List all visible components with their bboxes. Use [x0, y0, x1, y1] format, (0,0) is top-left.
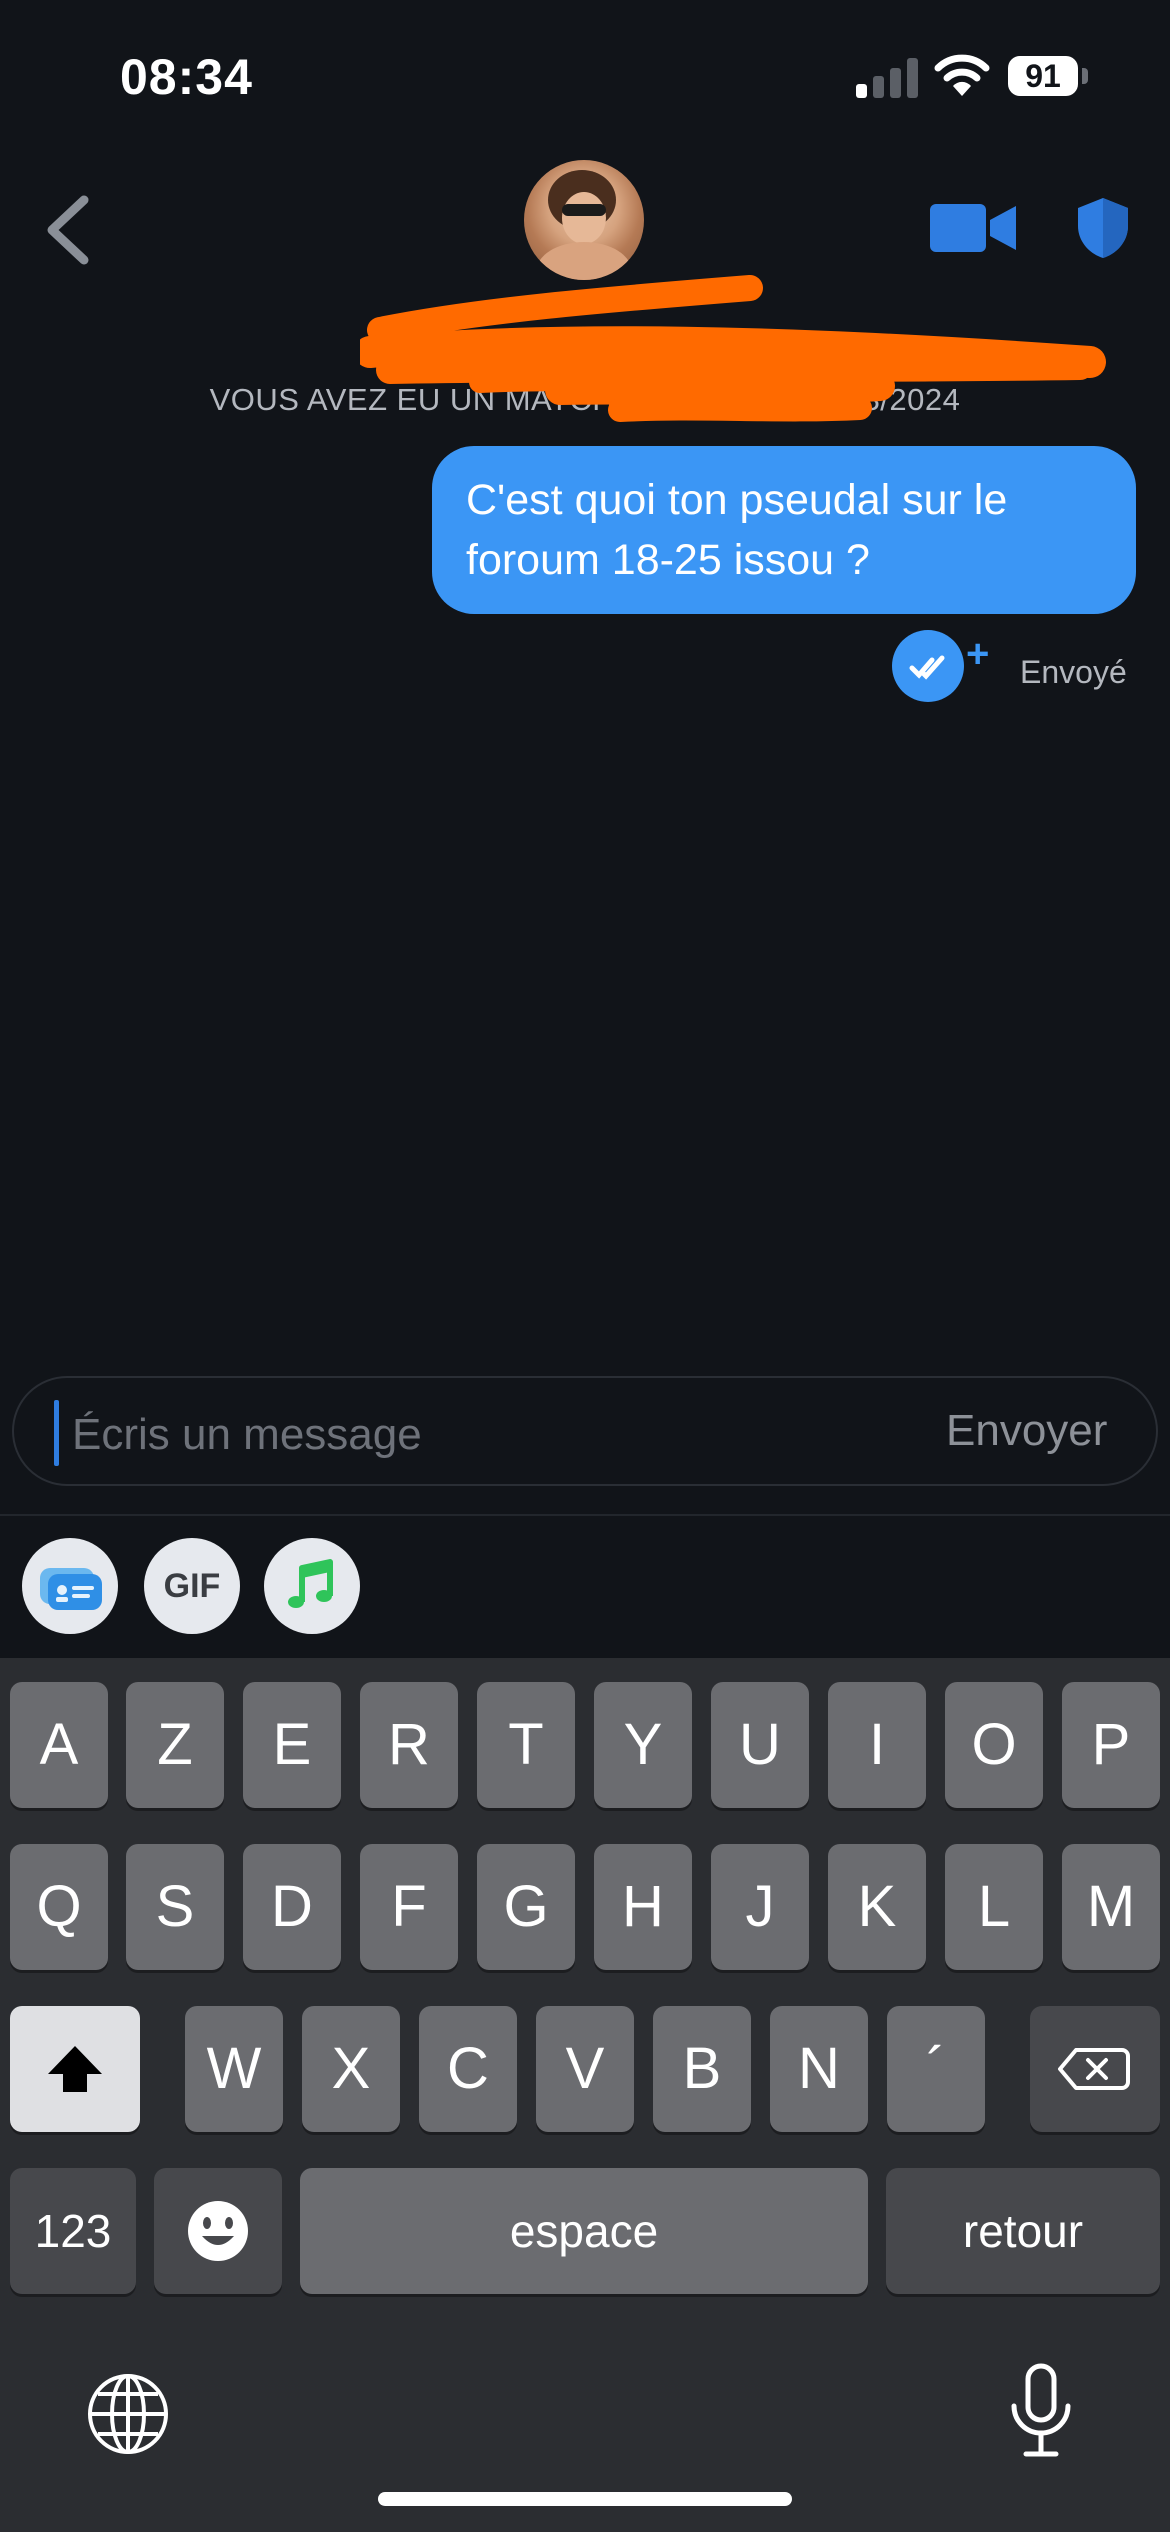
battery-indicator: 91 [1008, 56, 1078, 96]
key-o[interactable]: O [945, 1682, 1043, 1808]
keyboard: A Z E R T Y U I O P Q S D F G H J K L M … [0, 1658, 1170, 2532]
key-h[interactable]: H [594, 1844, 692, 1970]
divider [0, 1514, 1170, 1516]
key-k[interactable]: K [828, 1844, 926, 1970]
key-u[interactable]: U [711, 1682, 809, 1808]
message-input[interactable] [72, 1404, 772, 1466]
read-receipt-button[interactable] [892, 630, 964, 702]
key-w[interactable]: W [185, 2006, 283, 2132]
key-p[interactable]: P [1062, 1682, 1160, 1808]
battery-tip [1082, 68, 1088, 84]
space-key[interactable]: espace [300, 2168, 868, 2294]
key-m[interactable]: M [1062, 1844, 1160, 1970]
emoji-key[interactable] [154, 2168, 282, 2294]
numbers-key[interactable]: 123 [10, 2168, 136, 2294]
safety-shield-icon[interactable] [1076, 196, 1130, 260]
back-chevron-icon[interactable] [40, 192, 96, 268]
emoji-icon [188, 2201, 248, 2261]
redaction-scribble [360, 275, 1106, 422]
key-accent[interactable]: ´ [887, 2006, 985, 2132]
music-button[interactable] [264, 1538, 360, 1634]
key-s[interactable]: S [126, 1844, 224, 1970]
key-c[interactable]: C [419, 2006, 517, 2132]
delete-key[interactable] [1030, 2006, 1160, 2132]
double-check-icon [909, 655, 945, 680]
text-caret [54, 1400, 59, 1466]
plus-icon[interactable]: + [966, 632, 989, 677]
music-note-icon [288, 1559, 333, 1608]
microphone-icon[interactable] [1004, 2362, 1078, 2462]
key-l[interactable]: L [945, 1844, 1043, 1970]
shift-arrow-icon [48, 2046, 102, 2092]
key-r[interactable]: R [360, 1682, 458, 1808]
send-button[interactable]: Envoyer [946, 1406, 1107, 1456]
key-j[interactable]: J [711, 1844, 809, 1970]
return-key[interactable]: retour [886, 2168, 1160, 2294]
globe-icon[interactable] [84, 2370, 172, 2458]
key-n[interactable]: N [770, 2006, 868, 2132]
key-i[interactable]: I [828, 1682, 926, 1808]
shift-key[interactable] [10, 2006, 140, 2132]
key-v[interactable]: V [536, 2006, 634, 2132]
gif-button[interactable]: GIF [144, 1538, 240, 1634]
sent-message-bubble[interactable]: C'est quoi ton pseudal sur le foroum 18-… [432, 446, 1136, 614]
profile-card-button[interactable] [22, 1538, 118, 1634]
home-indicator[interactable] [378, 2492, 792, 2506]
key-b[interactable]: B [653, 2006, 751, 2132]
message-line: C'est quoi ton pseudal sur le [466, 476, 1008, 524]
key-y[interactable]: Y [594, 1682, 692, 1808]
contact-avatar[interactable] [524, 160, 644, 280]
card-icon [40, 1568, 102, 1610]
status-time: 08:34 [120, 49, 253, 105]
key-d[interactable]: D [243, 1844, 341, 1970]
message-line: foroum 18-25 issou ? [466, 536, 870, 584]
wifi-icon [934, 54, 990, 96]
key-g[interactable]: G [477, 1844, 575, 1970]
key-x[interactable]: X [302, 2006, 400, 2132]
key-z[interactable]: Z [126, 1682, 224, 1808]
video-call-icon[interactable] [930, 200, 1016, 256]
key-a[interactable]: A [10, 1682, 108, 1808]
key-q[interactable]: Q [10, 1844, 108, 1970]
cellular-signal-icon [856, 58, 918, 98]
message-status: Envoyé [1020, 654, 1127, 690]
key-e[interactable]: E [243, 1682, 341, 1808]
key-f[interactable]: F [360, 1844, 458, 1970]
backspace-icon [1058, 2048, 1130, 2090]
key-t[interactable]: T [477, 1682, 575, 1808]
